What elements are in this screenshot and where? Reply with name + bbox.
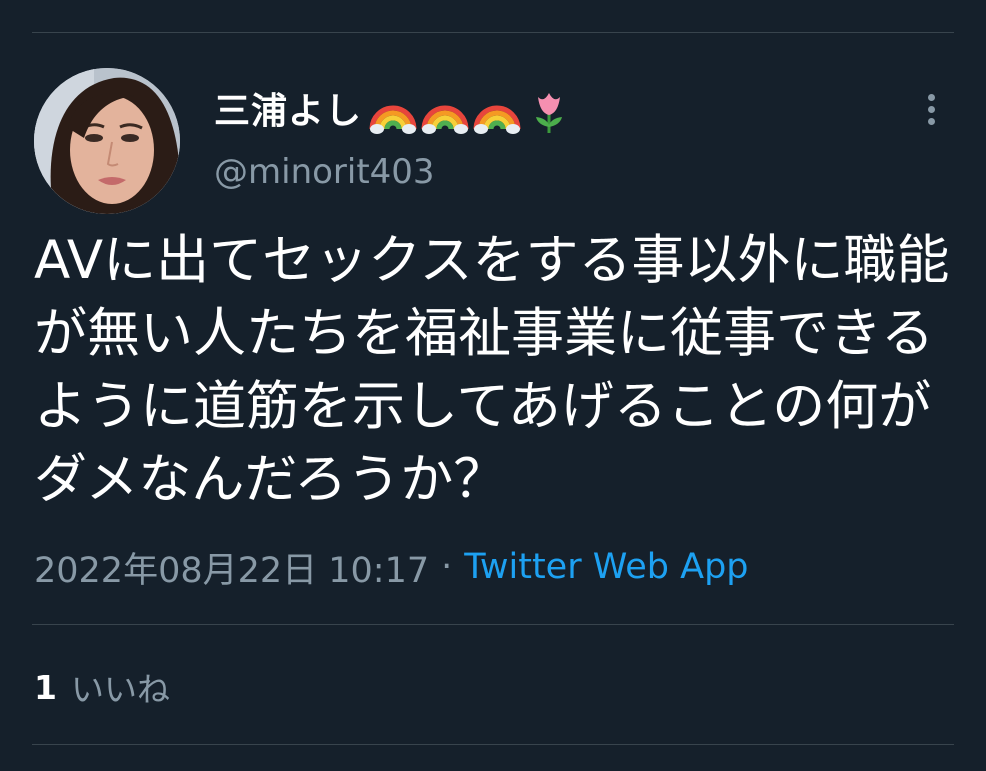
tweet-timestamp[interactable]: 2022年08月22日 10:17 [34,542,429,593]
stats-divider-bottom [32,744,954,745]
rainbow-icon [369,105,417,134]
like-label: いいね [70,670,170,709]
tweet-text: AVに出てセックスをする事以外に職能が無い人たちを福祉事業に従事できるように道筋… [34,230,950,510]
likes-stat[interactable]: 1 いいね [34,664,170,710]
like-count: 1 [34,667,57,707]
tweet-source-link[interactable]: Twitter Web App [464,547,748,587]
meta-separator: · [441,547,453,587]
tweet-detail-page: 三浦よし @minorit403 AVに出てセックスをする事以外に職能が無い人た… [0,0,986,771]
author-display-name[interactable]: 三浦よし [214,86,362,138]
top-divider [32,32,954,33]
more-dot [928,106,935,113]
tulip-icon [536,93,563,133]
more-dot [928,94,935,101]
more-vertical-icon[interactable] [918,90,946,130]
tweet-metadata: 2022年08月22日 10:17 · Twitter Web App [34,542,749,592]
more-dot [928,118,935,125]
stats-divider-top [32,624,954,625]
avatar-image [34,68,180,214]
author-name-row[interactable]: 三浦よし [214,86,574,138]
avatar[interactable] [34,68,180,214]
author-handle[interactable]: @minorit403 [214,150,435,194]
rainbow-icon [421,105,469,134]
name-emoji-badges [368,87,574,137]
rainbow-icon [473,105,521,134]
